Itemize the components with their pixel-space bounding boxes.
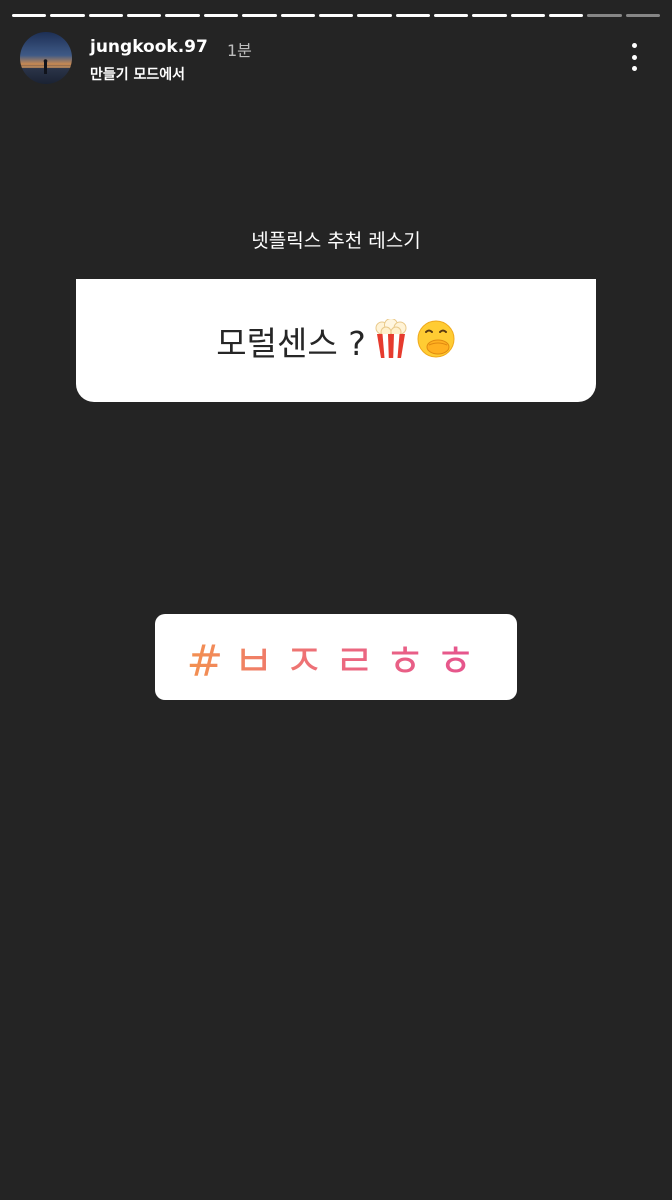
progress-segment bbox=[395, 14, 430, 17]
progress-segment bbox=[587, 14, 622, 17]
face-with-hand-over-mouth-icon bbox=[416, 319, 456, 363]
question-sticker-label: 넷플릭스 추천 레스기 bbox=[251, 230, 421, 252]
progress-segment bbox=[280, 14, 315, 17]
progress-segment bbox=[510, 14, 546, 17]
progress-segment bbox=[127, 14, 162, 17]
story-header: jungkook.97 1분 만들기 모드에서 bbox=[20, 30, 652, 86]
avatar-image bbox=[20, 32, 72, 84]
question-answer-card: 모럴센스 ? bbox=[76, 279, 596, 402]
more-vertical-icon[interactable] bbox=[630, 43, 638, 71]
progress-segment bbox=[625, 14, 661, 17]
popcorn-icon bbox=[374, 317, 408, 363]
progress-segment bbox=[549, 14, 584, 17]
progress-segment bbox=[50, 14, 85, 17]
hashtag-text: #ㅂㅈㄹㅎㅎ bbox=[186, 625, 485, 689]
progress-segment bbox=[472, 14, 507, 17]
progress-segment bbox=[203, 14, 239, 17]
post-time: 1분 bbox=[227, 41, 252, 60]
progress-segment bbox=[357, 14, 392, 17]
hashtag-sticker[interactable]: #ㅂㅈㄹㅎㅎ bbox=[155, 614, 517, 700]
avatar[interactable] bbox=[20, 32, 72, 84]
story-progress-bar bbox=[12, 14, 661, 17]
progress-segment bbox=[242, 14, 277, 17]
progress-segment bbox=[12, 14, 47, 17]
progress-segment bbox=[433, 14, 469, 17]
create-mode-label[interactable]: 만들기 모드에서 bbox=[90, 64, 185, 84]
progress-segment bbox=[88, 14, 124, 17]
username[interactable]: jungkook.97 bbox=[90, 37, 208, 57]
question-answer-text: 모럴센스 ? bbox=[216, 323, 366, 363]
progress-segment bbox=[318, 14, 354, 17]
progress-segment bbox=[165, 14, 200, 17]
